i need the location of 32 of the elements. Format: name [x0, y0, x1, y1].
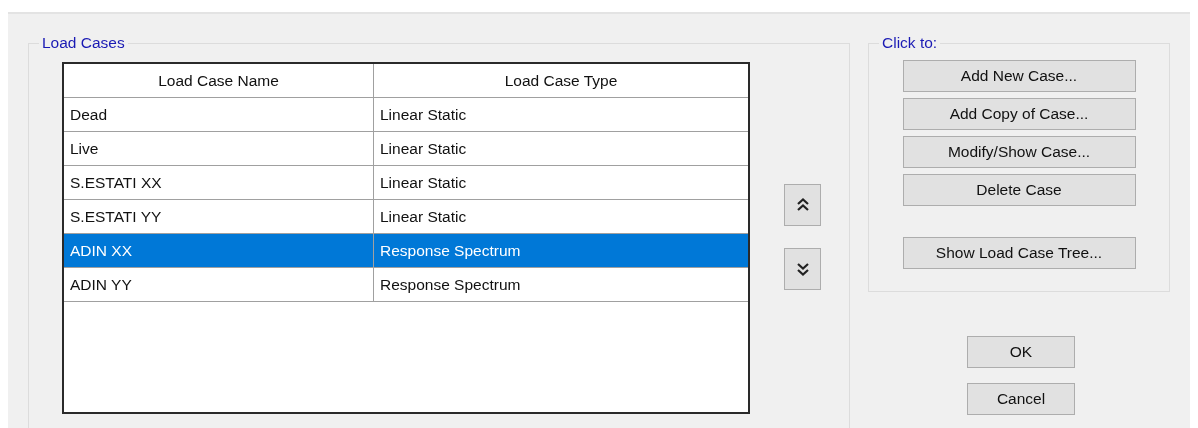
column-header[interactable]: Load Case Name [64, 64, 374, 97]
double-chevron-down-icon [796, 262, 809, 276]
table-cell-text: Linear Static [379, 138, 468, 159]
dialog-button[interactable]: OK [967, 336, 1075, 368]
table-row[interactable]: Live Linear Static [64, 132, 748, 166]
move-up-button[interactable] [784, 184, 821, 226]
table-row[interactable]: ADIN YY Response Spectrum [64, 268, 748, 302]
action-button[interactable]: Show Load Case Tree... [902, 237, 1136, 269]
action-button[interactable]: Add Copy of Case... [902, 98, 1136, 130]
table-cell: S.ESTATI XX [64, 166, 374, 199]
table-row[interactable]: S.ESTATI XX Linear Static [64, 166, 748, 200]
double-chevron-up-icon [796, 198, 809, 212]
table-cell-text: Linear Static [379, 206, 468, 227]
action-button[interactable]: Modify/Show Case... [902, 136, 1136, 168]
group-title: Click to: [881, 34, 939, 52]
table-cell-text: Linear Static [379, 104, 468, 125]
table-cell: ADIN YY [64, 268, 374, 301]
table-cell: S.ESTATI YY [64, 200, 374, 233]
table-cell-text: Linear Static [379, 172, 468, 193]
action-button[interactable]: Delete Case [902, 174, 1136, 206]
action-button[interactable]: Add New Case... [902, 60, 1136, 92]
column-header[interactable]: Load Case Type [374, 64, 748, 97]
table-cell: Live [64, 132, 374, 165]
table-cell-text: Response Spectrum [379, 240, 522, 261]
table-cell-text: Response Spectrum [379, 274, 522, 295]
table-row[interactable]: ADIN XX Response Spectrum [64, 234, 748, 268]
move-down-button[interactable] [784, 248, 821, 290]
table-cell: ADIN XX [64, 234, 374, 267]
table-row[interactable]: Dead Linear Static [64, 98, 748, 132]
dialog-button[interactable]: Cancel [967, 383, 1075, 415]
table-cell: Dead [64, 98, 374, 131]
group-title: Load Cases [41, 34, 126, 52]
